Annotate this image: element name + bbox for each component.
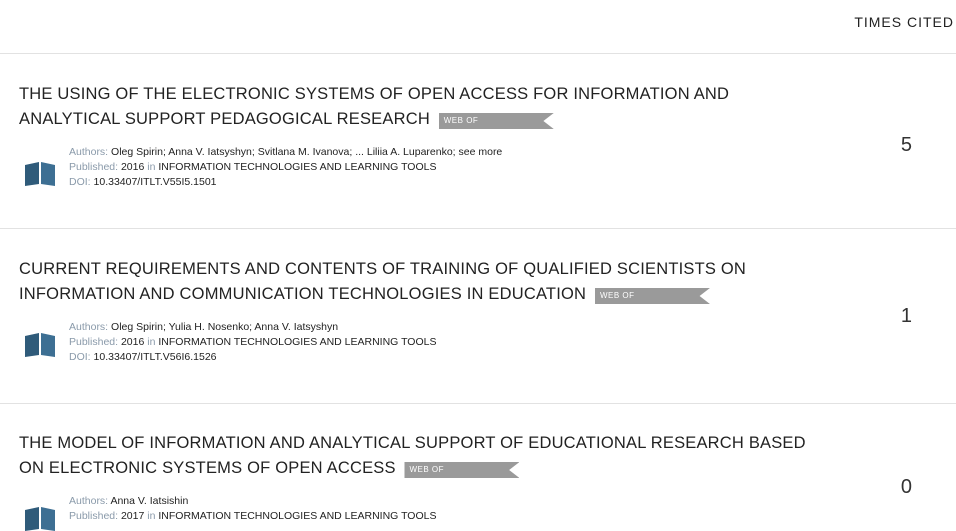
doi-value[interactable]: 10.33407/ITLT.V56I6.1526 xyxy=(94,351,217,363)
published-label: Published: xyxy=(69,161,119,173)
published-line: Published: 2016 in INFORMATION TECHNOLOG… xyxy=(69,160,502,175)
authors-line: Authors: Oleg Spirin; Yulia H. Nosenko; … xyxy=(69,320,436,335)
record-item: THE MODEL OF INFORMATION AND ANALYTICAL … xyxy=(0,404,956,531)
journal-name[interactable]: INFORMATION TECHNOLOGIES AND LEARNING TO… xyxy=(158,510,436,522)
in-label: in xyxy=(147,336,156,348)
published-year: 2017 xyxy=(120,510,145,522)
published-label: Published: xyxy=(69,336,119,348)
authors-label: Authors: xyxy=(69,495,109,507)
record-title[interactable]: THE MODEL OF INFORMATION AND ANALYTICAL … xyxy=(19,431,819,481)
times-cited-count[interactable]: 5 xyxy=(901,134,912,157)
times-cited-count[interactable]: 1 xyxy=(901,305,912,328)
book-icon xyxy=(25,507,55,531)
times-cited-header[interactable]: TIMES CITED xyxy=(854,14,954,30)
doi-label: DOI: xyxy=(69,351,91,363)
doi-line: DOI: 10.33407/ITLT.V56I6.1526 xyxy=(69,350,436,365)
in-label: in xyxy=(147,510,156,522)
doi-line: DOI: 10.33407/ITLT.V55I5.1501 xyxy=(69,175,502,190)
published-line: Published: 2016 in INFORMATION TECHNOLOG… xyxy=(69,335,436,350)
record-metadata: Authors: Oleg Spirin; Anna V. Iatsyshyn;… xyxy=(69,145,502,190)
book-icon xyxy=(25,333,55,357)
record-title[interactable]: THE USING OF THE ELECTRONIC SYSTEMS OF O… xyxy=(19,82,819,132)
record-metadata: Authors: Oleg Spirin; Yulia H. Nosenko; … xyxy=(69,320,436,365)
published-line: Published: 2017 in INFORMATION TECHNOLOG… xyxy=(69,509,436,524)
record-metadata: Authors: Anna V. Iatsishin Published: 20… xyxy=(69,494,436,524)
web-of-science-badge: WEB OF xyxy=(438,113,554,129)
book-icon xyxy=(25,162,55,186)
times-cited-count[interactable]: 0 xyxy=(901,476,912,499)
doi-label: DOI: xyxy=(69,176,91,188)
web-of-science-badge: WEB OF xyxy=(594,288,710,304)
authors-label: Authors: xyxy=(69,146,109,158)
journal-name[interactable]: INFORMATION TECHNOLOGIES AND LEARNING TO… xyxy=(158,161,436,173)
results-header: TIMES CITED xyxy=(0,0,956,54)
authors-line: Authors: Oleg Spirin; Anna V. Iatsyshyn;… xyxy=(69,145,502,160)
authors-line: Authors: Anna V. Iatsishin xyxy=(69,494,436,509)
authors-list[interactable]: Oleg Spirin; Yulia H. Nosenko; Anna V. I… xyxy=(111,321,338,333)
record-title-text[interactable]: THE USING OF THE ELECTRONIC SYSTEMS OF O… xyxy=(19,85,729,128)
in-label: in xyxy=(147,161,156,173)
web-of-science-badge: WEB OF xyxy=(404,462,520,478)
authors-list[interactable]: Oleg Spirin; Anna V. Iatsyshyn; Svitlana… xyxy=(111,146,502,158)
published-year: 2016 xyxy=(120,336,145,348)
authors-label: Authors: xyxy=(69,321,109,333)
published-year: 2016 xyxy=(120,161,145,173)
journal-name[interactable]: INFORMATION TECHNOLOGIES AND LEARNING TO… xyxy=(158,336,436,348)
authors-list[interactable]: Anna V. Iatsishin xyxy=(110,495,188,507)
doi-value[interactable]: 10.33407/ITLT.V55I5.1501 xyxy=(94,176,217,188)
published-label: Published: xyxy=(69,510,119,522)
record-title[interactable]: CURRENT REQUIREMENTS AND CONTENTS OF TRA… xyxy=(19,257,819,307)
record-item: THE USING OF THE ELECTRONIC SYSTEMS OF O… xyxy=(0,54,956,229)
record-item: CURRENT REQUIREMENTS AND CONTENTS OF TRA… xyxy=(0,229,956,404)
